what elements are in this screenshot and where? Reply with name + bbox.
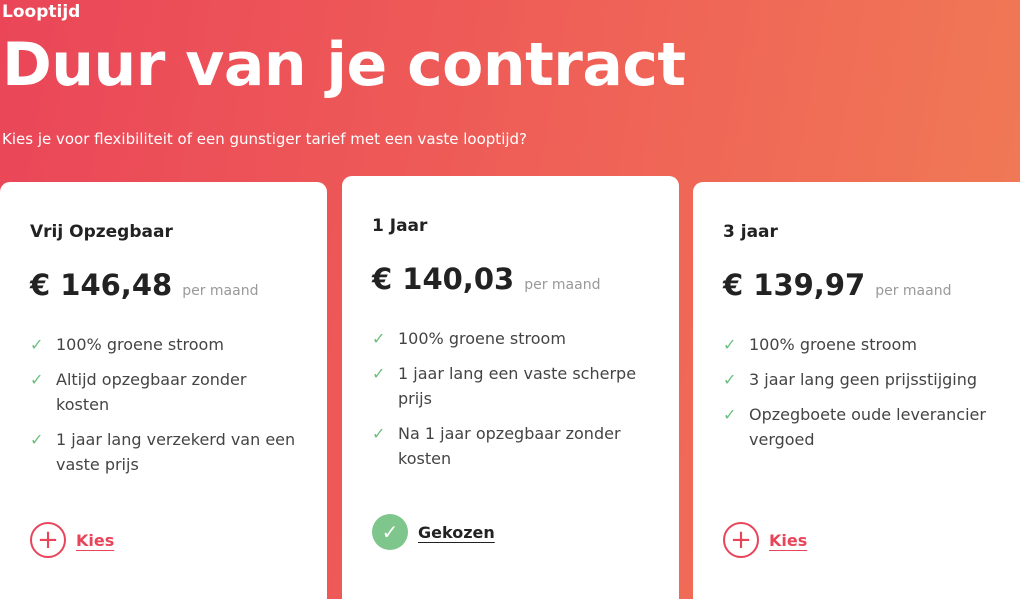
eyebrow-label: Looptijd xyxy=(2,2,81,22)
plan-price: € 140,03 per maand xyxy=(372,262,649,296)
plan-card: 3 jaar € 139,97 per maand ✓ 100% groene st… xyxy=(693,182,1020,599)
plan-price: € 146,48 per maand xyxy=(30,268,297,302)
feature-item: ✓ Altijd opzegbaar zonder kosten xyxy=(30,367,297,417)
check-icon: ✓ xyxy=(723,405,737,424)
check-icon: ✓ xyxy=(372,364,386,383)
feature-text: 100% groene stroom xyxy=(749,335,917,354)
price-period: per maand xyxy=(875,283,952,299)
choose-button[interactable]: + Kies xyxy=(723,522,807,558)
feature-text: Na 1 jaar opzegbaar zonder kosten xyxy=(398,424,621,468)
check-icon: ✓ xyxy=(30,370,44,389)
chosen-button[interactable]: ✓ Gekozen xyxy=(372,514,495,550)
feature-item: ✓ 1 jaar lang verzekerd van een vaste pri… xyxy=(30,427,297,477)
feature-item: ✓ 100% groene stroom xyxy=(723,332,1003,357)
feature-list: ✓ 100% groene stroom ✓ Altijd opzegbaar zon… xyxy=(30,332,297,477)
feature-item: ✓ 100% groene stroom xyxy=(372,326,649,351)
choose-label: Kies xyxy=(76,530,115,550)
price-amount: € 146,48 xyxy=(30,268,173,302)
feature-item: ✓ 100% groene stroom xyxy=(30,332,297,357)
feature-list: ✓ 100% groene stroom ✓ 1 jaar lang een vast… xyxy=(372,326,649,471)
page-subtitle: Kies je voor flexibiliteit of een gunsti… xyxy=(2,130,528,148)
feature-item: ✓ 1 jaar lang een vaste scherpe prijs xyxy=(372,361,649,411)
feature-text: 100% groene stroom xyxy=(56,335,224,354)
check-icon: ✓ xyxy=(30,335,44,354)
price-period: per maand xyxy=(182,283,259,299)
check-icon: ✓ xyxy=(723,370,737,389)
check-icon: ✓ xyxy=(30,430,44,449)
page-title: Duur van je contract xyxy=(2,30,686,100)
feature-list: ✓ 100% groene stroom ✓ 3 jaar lang geen pri… xyxy=(723,332,1003,452)
plus-circle-icon: + xyxy=(30,522,66,558)
plan-name: Vrij Opzegbaar xyxy=(30,222,173,242)
chosen-label: Gekozen xyxy=(418,522,495,542)
plan-name: 1 Jaar xyxy=(372,216,428,236)
choose-label: Kies xyxy=(769,530,808,550)
feature-text: 3 jaar lang geen prijsstijging xyxy=(749,370,978,389)
price-amount: € 140,03 xyxy=(372,262,515,296)
check-icon: ✓ xyxy=(723,335,737,354)
feature-text: Altijd opzegbaar zonder kosten xyxy=(56,370,247,414)
feature-item: ✓ Na 1 jaar opzegbaar zonder kosten xyxy=(372,421,649,471)
check-icon: ✓ xyxy=(372,329,386,348)
plan-card: 1 Jaar € 140,03 per maand ✓ 100% groene st… xyxy=(342,176,679,599)
plus-circle-icon: + xyxy=(723,522,759,558)
price-amount: € 139,97 xyxy=(723,268,866,302)
plan-name: 3 jaar xyxy=(723,222,778,242)
feature-text: 1 jaar lang een vaste scherpe prijs xyxy=(398,364,637,408)
choose-button[interactable]: + Kies xyxy=(30,522,114,558)
plan-price: € 139,97 per maand xyxy=(723,268,1003,302)
check-circle-icon: ✓ xyxy=(372,514,408,550)
price-period: per maand xyxy=(524,277,601,293)
plan-card: Vrij Opzegbaar € 146,48 per maand ✓ 100% g… xyxy=(0,182,327,599)
feature-item: ✓ 3 jaar lang geen prijsstijging xyxy=(723,367,1003,392)
feature-text: Opzegboete oude leverancier vergoed xyxy=(749,405,986,449)
feature-text: 100% groene stroom xyxy=(398,329,566,348)
feature-text: 1 jaar lang verzekerd van een vaste prij… xyxy=(56,430,296,474)
check-icon: ✓ xyxy=(372,424,386,443)
feature-item: ✓ Opzegboete oude leverancier vergoed xyxy=(723,402,1003,452)
